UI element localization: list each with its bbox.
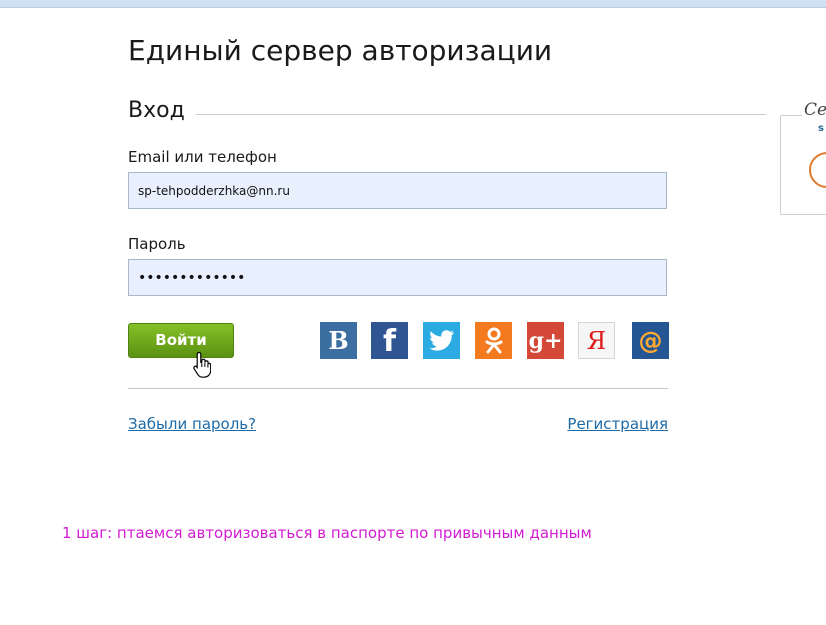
section-divider bbox=[196, 114, 766, 115]
login-button[interactable]: Войти bbox=[128, 323, 234, 358]
login-input[interactable] bbox=[128, 172, 667, 209]
google-plus-login-button[interactable]: g+ bbox=[527, 322, 564, 359]
side-card: s bbox=[780, 115, 826, 215]
section-title-login: Вход bbox=[128, 98, 185, 123]
twitter-login-button[interactable] bbox=[423, 322, 460, 359]
facebook-login-button[interactable]: f bbox=[371, 322, 408, 359]
side-card-title: Cer bbox=[802, 100, 826, 120]
odnoklassniki-icon bbox=[485, 327, 502, 353]
page-title: Единый сервер авторизации bbox=[128, 34, 553, 67]
yandex-login-button[interactable]: Я bbox=[578, 322, 615, 359]
vk-login-button[interactable]: B bbox=[320, 322, 357, 359]
password-input[interactable] bbox=[128, 259, 667, 296]
mailru-login-button[interactable]: @ bbox=[632, 322, 669, 359]
side-card-logo-icon bbox=[809, 152, 826, 188]
register-link[interactable]: Регистрация bbox=[567, 415, 668, 433]
twitter-icon bbox=[428, 329, 454, 351]
side-card-subtitle: s bbox=[818, 123, 824, 134]
hand-cursor-icon bbox=[193, 351, 211, 378]
odnoklassniki-login-button[interactable] bbox=[475, 322, 512, 359]
password-label: Пароль bbox=[128, 235, 186, 253]
browser-top-bar bbox=[0, 0, 826, 8]
forgot-password-link[interactable]: Забыли пароль? bbox=[128, 415, 256, 433]
form-divider bbox=[128, 388, 668, 389]
annotation-note: 1 шаг: птаемся авторизоваться в паспорте… bbox=[62, 524, 592, 542]
login-label: Email или телефон bbox=[128, 148, 277, 166]
